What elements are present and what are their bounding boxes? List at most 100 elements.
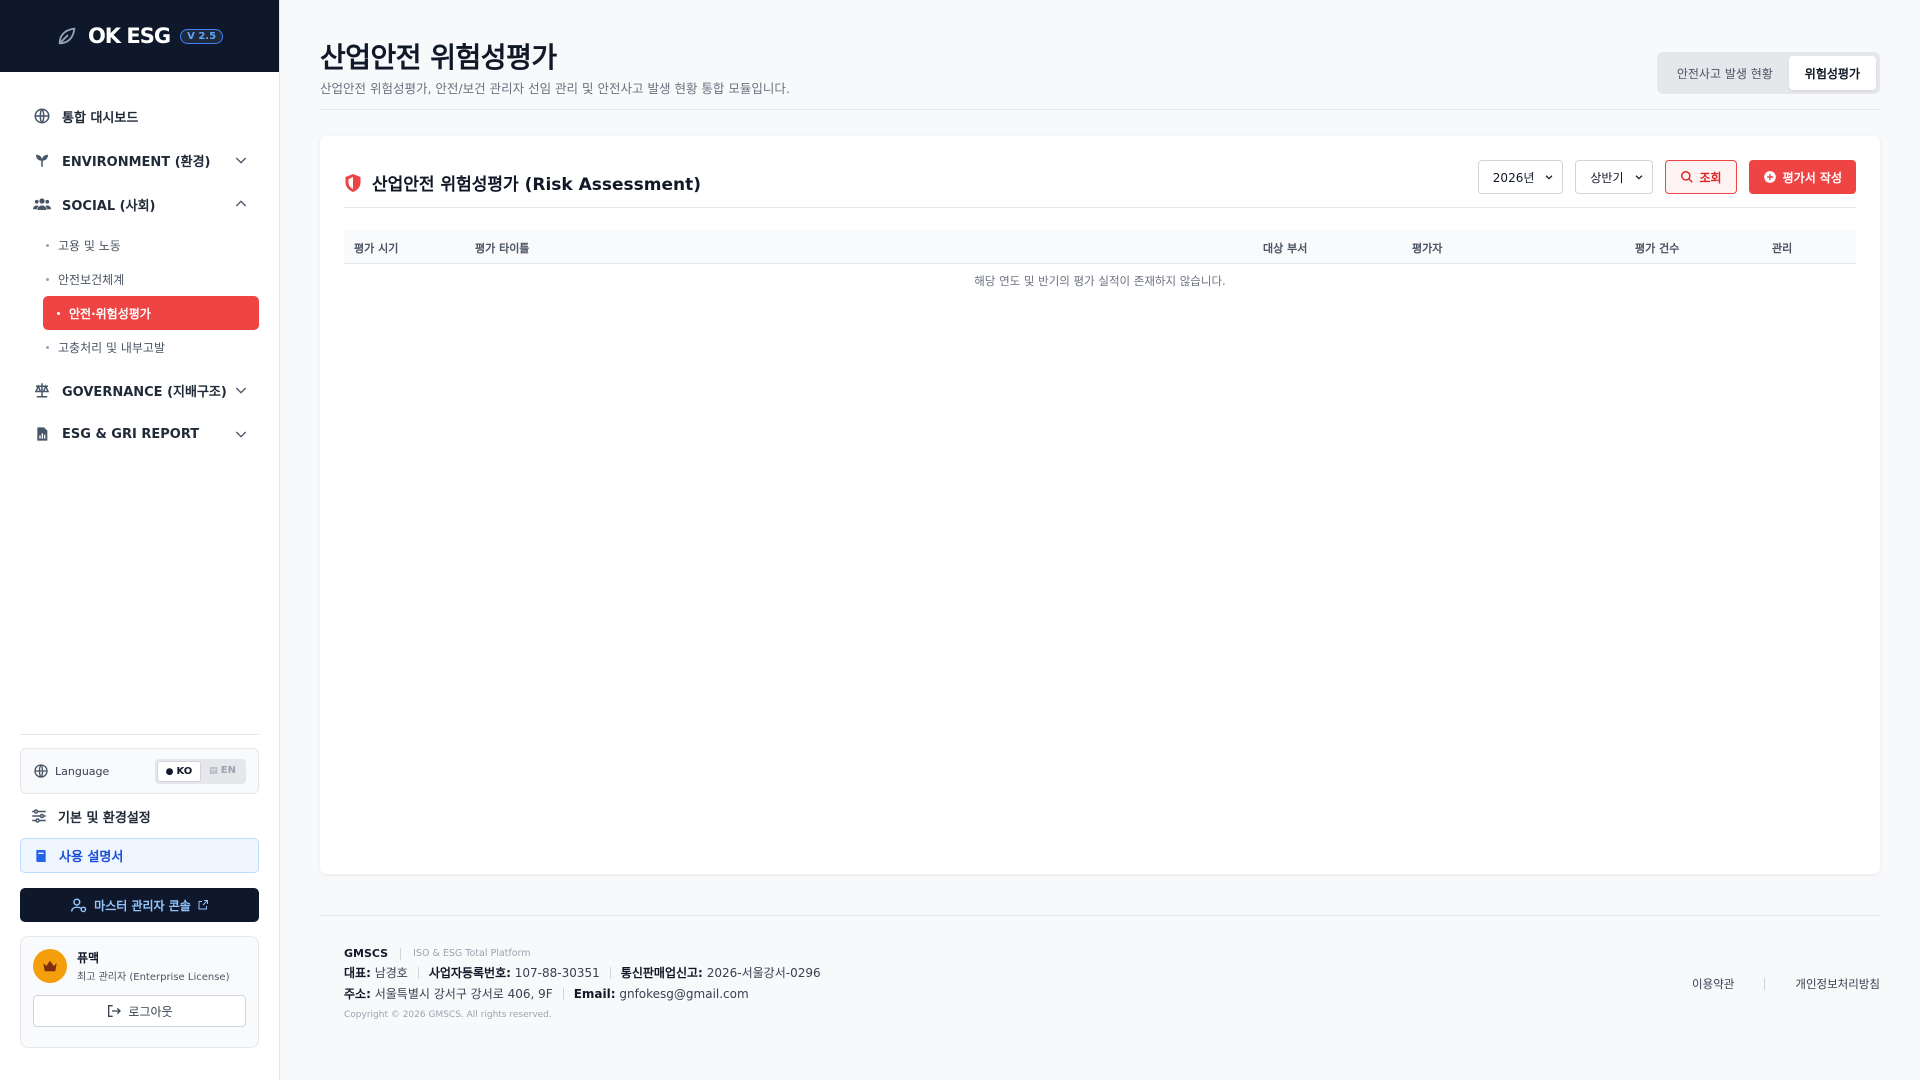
footer-links: 이용약관 개인정보처리방침	[1692, 976, 1880, 992]
profile-text: 퓨맥 최고 관리자 (Enterprise License)	[77, 949, 229, 983]
avatar	[33, 949, 67, 983]
leaf-logo-icon	[58, 27, 76, 45]
lang-en-button[interactable]: ▤ EN	[201, 761, 244, 782]
col-title: 평가 타이틀	[475, 242, 530, 255]
view-tabs: 안전사고 발생 현황 위험성평가	[1656, 52, 1880, 94]
sidebar-subitem-employment[interactable]: 고용 및 노동	[44, 228, 259, 262]
col-assessor: 평가자	[1412, 242, 1443, 255]
shield-icon	[345, 173, 361, 192]
search-icon	[1680, 171, 1693, 183]
col-department: 대상 부서	[1263, 242, 1308, 255]
header-divider	[320, 109, 1880, 110]
footer-mail-order-label: 통신판매업신고:	[620, 966, 703, 980]
us-flag-icon: ▤	[209, 765, 218, 776]
sidebar-subitem-label: 고충처리 및 내부고발	[58, 340, 165, 355]
brand-name: OK ESG	[87, 24, 171, 48]
sidebar-item-dashboard[interactable]: 통합 대시보드	[0, 94, 279, 138]
sidebar-subitem-safety-system[interactable]: 안전보건체계	[44, 262, 259, 296]
profile-card: 퓨맥 최고 관리자 (Enterprise License) 로그아웃	[20, 936, 259, 1048]
search-button[interactable]: 조회	[1664, 160, 1737, 194]
sidebar-item-label: GOVERNANCE (지배구조)	[62, 384, 227, 400]
korea-flag-icon: ●	[165, 766, 174, 777]
col-count: 평가 건수	[1635, 242, 1680, 255]
user-manual-button[interactable]: 사용 설명서	[20, 838, 259, 873]
sidebar-item-label: SOCIAL (사회)	[62, 198, 156, 214]
master-console-label: 마스터 관리자 콘솔	[94, 898, 191, 913]
sidebar-subitem-risk-assessment[interactable]: 안전·위험성평가	[43, 296, 259, 330]
terms-link[interactable]: 이용약관	[1692, 976, 1734, 992]
book-icon	[36, 849, 46, 862]
brand-header[interactable]: OK ESG V 2.5	[0, 0, 279, 72]
footer-email: Email: gnfokesg@gmail.com	[574, 987, 749, 1001]
footer-separator	[1764, 978, 1766, 990]
sidebar-item-social[interactable]: SOCIAL (사회)	[0, 182, 279, 226]
language-switcher: Language ● KO ▤ EN	[20, 748, 259, 794]
chevron-down-icon	[1635, 175, 1642, 180]
footer-mail-order: 통신판매업신고: 2026-서울강서-0296	[621, 964, 821, 981]
footer-ceo-value: 남경호	[374, 966, 408, 980]
filter-controls: 2026년 상반기 조회 평가서 작성	[1477, 160, 1856, 194]
footer-brand-row: GMSCS ISO & ESG Total Platform	[344, 947, 821, 960]
search-button-label: 조회	[1699, 170, 1722, 185]
sidebar-subitem-label: 안전보건체계	[58, 272, 125, 287]
profile-role: 최고 관리자 (Enterprise License)	[77, 972, 230, 983]
half-select[interactable]: 상반기	[1575, 160, 1653, 194]
footer-address-value: 서울특별시 강서구 강서로 406, 9F	[374, 987, 553, 1001]
footer-bizno-label: 사업자등록번호:	[428, 966, 511, 980]
tab-risk-assessment[interactable]: 위험성평가	[1788, 56, 1876, 90]
sidebar: OK ESG V 2.5 통합 대시보드 ENVIRONMENT (환경) SO…	[0, 0, 280, 1080]
language-label: Language	[55, 764, 110, 778]
footer-address: 주소: 서울특별시 강서구 강서로 406, 9F	[344, 985, 553, 1002]
card-title: 산업안전 위험성평가 (Risk Assessment)	[344, 170, 701, 195]
year-select[interactable]: 2026년	[1477, 160, 1564, 194]
sidebar-item-governance[interactable]: GOVERNANCE (지배구조)	[0, 368, 279, 412]
chevron-down-icon	[1546, 175, 1553, 180]
sidebar-subitem-label: 고용 및 노동	[58, 238, 121, 253]
create-assessment-label: 평가서 작성	[1782, 170, 1842, 185]
plus-circle-icon	[1763, 171, 1776, 183]
sidebar-divider	[20, 734, 259, 735]
chevron-up-icon	[235, 200, 247, 207]
globe-icon	[32, 106, 52, 126]
master-console-button[interactable]: 마스터 관리자 콘솔	[20, 888, 259, 922]
tab-incident-status[interactable]: 안전사고 발생 현황	[1661, 56, 1789, 90]
settings-label: 기본 및 환경설정	[58, 810, 151, 826]
sidebar-subitem-label: 안전·위험성평가	[69, 306, 151, 321]
footer-divider	[320, 915, 1880, 916]
privacy-link[interactable]: 개인정보처리방침	[1795, 976, 1880, 992]
year-select-value: 2026년	[1492, 170, 1535, 185]
logout-label: 로그아웃	[128, 1004, 173, 1019]
crown-icon	[43, 960, 57, 972]
sidebar-item-label: ENVIRONMENT (환경)	[62, 154, 211, 170]
sidebar-item-label: ESG & GRI REPORT	[62, 426, 200, 442]
sidebar-item-environment[interactable]: ENVIRONMENT (환경)	[0, 138, 279, 182]
social-submenu: 고용 및 노동 안전보건체계 안전·위험성평가 고충처리 및 내부고발	[0, 226, 279, 368]
footer-email-value: gnfokesg@gmail.com	[619, 986, 749, 1001]
sidebar-item-label: 통합 대시보드	[62, 110, 139, 126]
sliders-icon	[32, 809, 46, 823]
sidebar-item-report[interactable]: ESG & GRI REPORT	[0, 412, 279, 456]
settings-link[interactable]: 기본 및 환경설정	[30, 804, 151, 828]
sidebar-subitem-grievance[interactable]: 고충처리 및 내부고발	[44, 330, 259, 364]
lang-en-label: EN	[220, 764, 236, 776]
chevron-down-icon	[235, 387, 247, 394]
page-title: 산업안전 위험성평가	[320, 41, 557, 74]
users-icon	[32, 194, 52, 214]
footer-separator	[417, 966, 419, 979]
card-header: 산업안전 위험성평가 (Risk Assessment) 2026년 상반기 조…	[344, 160, 1856, 208]
footer-tagline: ISO & ESG Total Platform	[413, 948, 531, 959]
document-chart-icon	[32, 424, 52, 444]
footer-separator	[609, 966, 611, 979]
logout-button[interactable]: 로그아웃	[33, 995, 246, 1027]
half-select-value: 상반기	[1590, 170, 1624, 185]
profile-name: 퓨맥	[77, 951, 100, 965]
create-assessment-button[interactable]: 평가서 작성	[1748, 160, 1856, 194]
chevron-down-icon	[235, 431, 247, 438]
lang-ko-button[interactable]: ● KO	[156, 760, 202, 782]
footer-bizno: 사업자등록번호: 107-88-30351	[429, 964, 600, 981]
profile-info: 퓨맥 최고 관리자 (Enterprise License)	[33, 949, 246, 983]
footer-business-info: 대표: 남경호 사업자등록번호: 107-88-30351 통신판매업신고: 2…	[344, 964, 821, 981]
footer-mail-order-value: 2026-서울강서-0296	[706, 966, 821, 980]
chevron-down-icon	[235, 157, 247, 164]
lang-ko-label: KO	[176, 765, 193, 777]
